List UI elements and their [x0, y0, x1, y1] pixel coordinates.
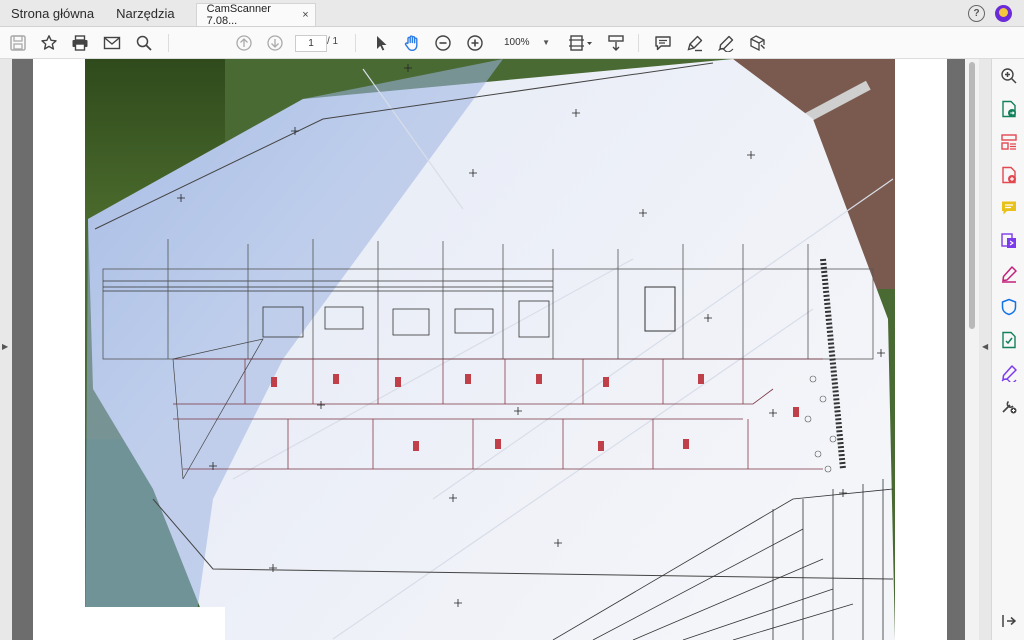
toolbar: 1 / 1 100% ▼: [0, 27, 1024, 59]
tab-bar: Strona główna Narzędzia CamScanner 7.08.…: [0, 0, 1024, 27]
export-pdf-icon[interactable]: [1000, 100, 1018, 118]
search-icon[interactable]: [133, 32, 155, 54]
sign-tool-icon[interactable]: [1000, 364, 1018, 384]
comment-icon[interactable]: [652, 32, 674, 54]
fill-sign-tool-icon[interactable]: [1000, 265, 1018, 283]
left-pane-toggle[interactable]: ▶: [0, 59, 12, 640]
vertical-scrollbar[interactable]: [965, 59, 979, 640]
print-icon[interactable]: [69, 32, 91, 54]
scrollbar-thumb[interactable]: [969, 62, 975, 329]
select-arrow-icon[interactable]: [370, 32, 392, 54]
email-icon[interactable]: [101, 32, 123, 54]
zoom-in-icon[interactable]: [464, 32, 486, 54]
page-down-icon[interactable]: [264, 32, 286, 54]
zoom-select[interactable]: 100% ▼: [498, 35, 552, 50]
document-workspace: ▶ ◀: [0, 59, 991, 640]
bookmark-star-icon[interactable]: [38, 32, 60, 54]
help-icon[interactable]: ?: [968, 4, 985, 22]
expand-left-icon: ▶: [2, 342, 9, 351]
more-tools-icon[interactable]: [1000, 397, 1018, 415]
save-icon[interactable]: [7, 32, 29, 54]
page-number-input[interactable]: 1: [295, 35, 327, 52]
tab-document[interactable]: CamScanner 7.08... ×: [195, 3, 316, 27]
zoom-icon[interactable]: [1000, 67, 1018, 85]
page-up-icon[interactable]: [233, 32, 255, 54]
scanned-plan-image: [85, 59, 895, 640]
close-tab-icon[interactable]: ×: [302, 9, 308, 21]
document-tab-label: CamScanner 7.08...: [206, 3, 271, 27]
hand-icon[interactable]: [401, 32, 423, 54]
tool-pane: [991, 59, 1024, 640]
organize-pages-icon[interactable]: [1000, 133, 1018, 151]
create-pdf-icon[interactable]: [1000, 166, 1018, 184]
sign-icon[interactable]: [715, 32, 737, 54]
collapse-right-icon: ◀: [982, 342, 989, 351]
zoom-out-icon[interactable]: [432, 32, 454, 54]
pdf-page[interactable]: [33, 59, 947, 640]
edit-pdf-icon[interactable]: [1000, 232, 1018, 250]
fit-page-icon[interactable]: [566, 32, 596, 54]
scroll-mode-icon[interactable]: [605, 32, 627, 54]
chevron-down-icon: ▼: [542, 38, 550, 47]
optimize-icon[interactable]: [1000, 331, 1018, 349]
avatar[interactable]: [995, 4, 1012, 22]
tab-home[interactable]: Strona główna: [0, 0, 105, 26]
comment-tool-icon[interactable]: [1000, 199, 1018, 217]
protect-icon[interactable]: [1000, 298, 1018, 316]
page-total: / 1: [327, 36, 339, 47]
right-pane-toggle[interactable]: ◀: [979, 59, 991, 640]
collapse-pane-icon[interactable]: [1000, 612, 1018, 630]
tab-tools[interactable]: Narzędzia: [105, 0, 186, 26]
fill-sign-icon[interactable]: [746, 32, 768, 54]
zoom-value: 100%: [504, 37, 530, 48]
highlight-icon[interactable]: [684, 32, 706, 54]
